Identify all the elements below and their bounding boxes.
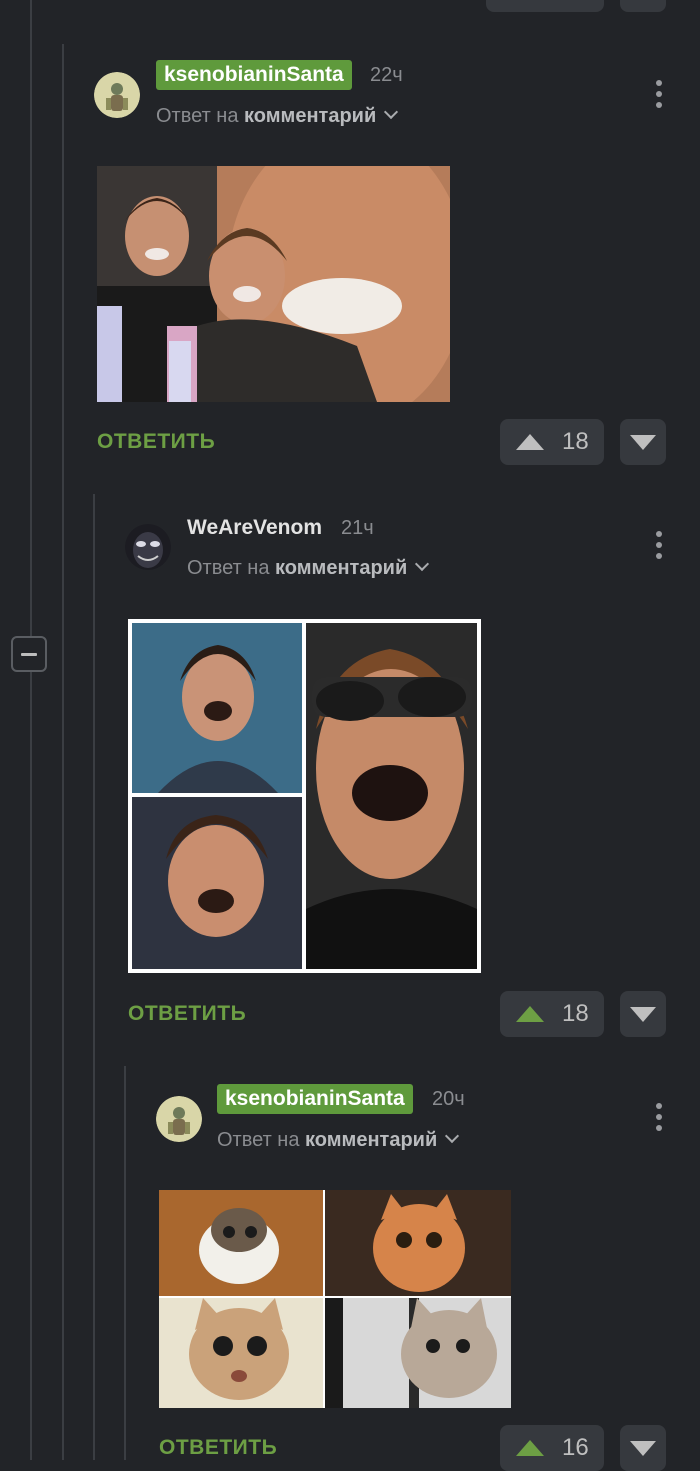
laughing-men-collage-image — [97, 166, 450, 402]
downvote-button[interactable] — [620, 1425, 666, 1471]
upvote-button[interactable]: 18 — [500, 419, 604, 465]
comment-time: 20ч — [432, 1088, 465, 1110]
arrow-up-icon — [516, 1006, 544, 1022]
chevron-down-icon — [445, 1128, 460, 1144]
avatar[interactable] — [125, 524, 171, 570]
reply-button[interactable]: ОТВЕТИТЬ — [128, 1002, 246, 1026]
reply-to-link[interactable]: Ответ на комментарий — [217, 1126, 460, 1154]
author-name[interactable]: WeAreVenom — [187, 513, 322, 543]
thread-line-level-2 — [93, 494, 95, 1460]
reply-prefix: Ответ на — [217, 1129, 300, 1151]
thread-line-level-1 — [62, 44, 64, 1460]
author-name[interactable]: ksenobianinSanta — [156, 60, 352, 90]
reply-button[interactable]: ОТВЕТИТЬ — [97, 430, 215, 454]
reply-target: комментарий — [305, 1129, 438, 1151]
comment-image[interactable] — [159, 1190, 511, 1408]
chevron-down-icon — [384, 104, 399, 120]
thread-line-root — [30, 0, 32, 1460]
reply-button[interactable]: ОТВЕТИТЬ — [159, 1436, 277, 1460]
reply-target: комментарий — [275, 557, 408, 579]
collapse-thread-button[interactable] — [11, 636, 47, 672]
reply-prefix: Ответ на — [187, 557, 270, 579]
arrow-down-icon — [630, 1006, 656, 1022]
prev-downvote-button[interactable] — [620, 0, 666, 12]
downvote-button[interactable] — [620, 991, 666, 1037]
comment-image[interactable] — [128, 619, 481, 973]
downvote-button[interactable] — [620, 419, 666, 465]
arrow-up-icon — [516, 434, 544, 450]
author-name[interactable]: ksenobianinSanta — [217, 1084, 413, 1114]
vote-count: 16 — [562, 1434, 589, 1461]
thread-line-level-3 — [124, 1066, 126, 1460]
avatar[interactable] — [94, 72, 140, 118]
reply-prefix: Ответ на — [156, 105, 239, 127]
prev-vote-box[interactable] — [486, 0, 604, 12]
upvote-button[interactable]: 16 — [500, 1425, 604, 1471]
comment-time: 22ч — [370, 64, 403, 86]
avatar[interactable] — [156, 1096, 202, 1142]
arrow-down-icon — [630, 434, 656, 450]
arrow-up-icon — [516, 1440, 544, 1456]
chevron-down-icon — [415, 556, 430, 572]
surprised-cats-grid-image — [159, 1190, 511, 1408]
more-menu-icon[interactable] — [656, 80, 662, 108]
upvote-button[interactable]: 18 — [500, 991, 604, 1037]
comment-time: 21ч — [341, 517, 374, 539]
laughing-faces-grid-image — [128, 619, 481, 973]
reply-to-link[interactable]: Ответ на комментарий — [187, 554, 430, 582]
reply-target: комментарий — [244, 105, 377, 127]
arrow-down-icon — [630, 1440, 656, 1456]
more-menu-icon[interactable] — [656, 1103, 662, 1131]
reply-to-link[interactable]: Ответ на комментарий — [156, 102, 399, 130]
more-menu-icon[interactable] — [656, 531, 662, 559]
vote-count: 18 — [562, 428, 589, 455]
comment-image[interactable] — [97, 166, 450, 402]
minus-icon — [21, 652, 37, 656]
vote-count: 18 — [562, 1000, 589, 1027]
